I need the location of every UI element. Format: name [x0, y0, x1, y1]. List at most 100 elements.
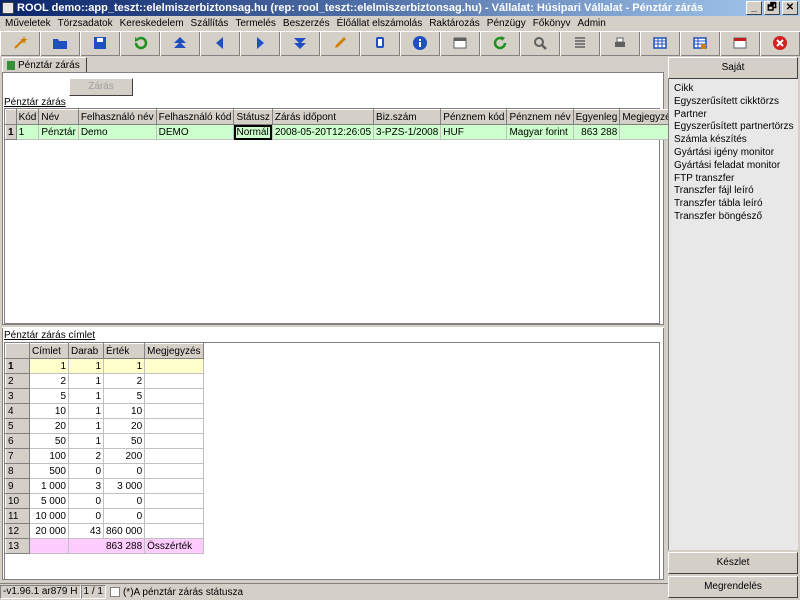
menu-raktarozas[interactable]: Raktározás: [426, 18, 484, 29]
menu-admin[interactable]: Admin: [575, 18, 610, 29]
table-row[interactable]: 1111: [5, 358, 204, 374]
search-button[interactable]: [520, 32, 560, 56]
cell-darab[interactable]: 0: [68, 463, 104, 479]
cell-zaras-idopont[interactable]: 2008-05-20T12:26:05: [271, 124, 375, 140]
cell-megjegyzes[interactable]: [144, 478, 204, 494]
menu-termeles[interactable]: Termelés: [232, 18, 280, 29]
zaras-button[interactable]: Zárás: [69, 78, 133, 96]
table-row[interactable]: 7 100 2 200: [5, 448, 204, 464]
cell-felhasznalo-kod[interactable]: DEMO: [155, 124, 235, 140]
table-edit-button[interactable]: [680, 32, 720, 56]
shortcut-item-transzfer-bongeszo[interactable]: Transzfer böngésző: [674, 210, 798, 223]
col-header-egyenleg[interactable]: Egyenleg: [572, 109, 621, 125]
col-header-penznem-kod[interactable]: Pénznem kód: [440, 109, 508, 125]
cell-cimlet[interactable]: 10 000: [29, 508, 69, 524]
sajat-header[interactable]: Saját: [668, 57, 798, 79]
cell-darab[interactable]: 43: [68, 523, 104, 539]
cell-cimlet[interactable]: 1: [29, 358, 69, 374]
previous-record-button[interactable]: [200, 32, 240, 56]
table-row[interactable]: 1 1 Pénztár Demo DEMO Normál 2008-05-20T12:26:…: [5, 124, 684, 140]
cell-megjegyzes[interactable]: [144, 523, 204, 539]
save-button[interactable]: [80, 32, 120, 56]
cell-felhasznalo-nev[interactable]: Demo: [77, 124, 157, 140]
cell-cimlet[interactable]: 5: [29, 388, 69, 404]
cell-ertek[interactable]: 5: [102, 388, 146, 404]
restore-button[interactable]: 🗗: [764, 1, 780, 15]
col-header-biz-szam[interactable]: Biz.szám: [373, 109, 442, 125]
open-folder-button[interactable]: [40, 32, 80, 56]
cell-ertek[interactable]: 1: [102, 358, 146, 374]
table-row[interactable]: 6 50 1 50: [5, 433, 204, 449]
cell-darab[interactable]: 1: [68, 373, 104, 389]
cell-darab[interactable]: 1: [68, 358, 104, 374]
minimize-button[interactable]: _: [746, 1, 762, 15]
copy-button[interactable]: [360, 32, 400, 56]
col-header-nev[interactable]: Név: [38, 109, 79, 125]
cell-ertek[interactable]: 0: [102, 463, 146, 479]
table-row[interactable]: 2212: [5, 373, 204, 389]
pane-splitter[interactable]: [2, 324, 664, 328]
megrendeles-button[interactable]: Megrendelés: [668, 576, 798, 598]
table-row[interactable]: 3515: [5, 388, 204, 404]
cell-cimlet[interactable]: 50: [29, 433, 69, 449]
menu-eloallat-elszamolas[interactable]: Élőállat elszámolás: [334, 18, 427, 29]
shortcut-item-ftp-transzfer[interactable]: FTP transzfer: [674, 172, 798, 185]
last-record-button[interactable]: [280, 32, 320, 56]
close-window-button[interactable]: ✕: [782, 1, 798, 15]
col-header-ertek[interactable]: Érték: [102, 343, 146, 359]
edit-button[interactable]: [320, 32, 360, 56]
cell-ertek[interactable]: 20: [102, 418, 146, 434]
col-header-felhasznalo-kod[interactable]: Felhasználó kód: [155, 109, 235, 125]
shortcut-item-szamla-keszites[interactable]: Számla készítés: [674, 133, 798, 146]
cell-ertek[interactable]: 3 000: [102, 478, 146, 494]
cell-cimlet[interactable]: 1 000: [29, 478, 69, 494]
menu-beszerzes[interactable]: Beszerzés: [280, 18, 334, 29]
cell-egyenleg[interactable]: 863 288: [572, 124, 621, 140]
table-row[interactable]: 91 000 3 3 000: [5, 478, 204, 494]
list-button[interactable]: [560, 32, 600, 56]
table-row[interactable]: 10 5 000 0 0: [5, 493, 204, 509]
cell-megjegyzes[interactable]: [144, 508, 204, 524]
form-button[interactable]: [440, 32, 480, 56]
menu-penzugy[interactable]: Pénzügy: [484, 18, 530, 29]
keszlet-button[interactable]: Készlet: [668, 552, 798, 574]
cell-ertek[interactable]: 200: [102, 448, 146, 464]
shortcut-item-egyszerusitett-partnertorzs[interactable]: Egyszerűsített partnertörzs: [674, 120, 798, 133]
menu-kereskedelem[interactable]: Kereskedelem: [117, 18, 188, 29]
cell-megjegyzes[interactable]: [144, 493, 204, 509]
wand-button[interactable]: [0, 32, 40, 56]
cell-darab[interactable]: 1: [68, 388, 104, 404]
col-header-darab[interactable]: Darab: [68, 343, 104, 359]
cell-cimlet[interactable]: 10: [29, 403, 69, 419]
col-header-penznem-nev[interactable]: Pénznem név: [506, 109, 574, 125]
col-header-megjegyzes[interactable]: Megjegyzés: [144, 343, 204, 359]
cell-megjegyzes[interactable]: [144, 463, 204, 479]
cell-megjegyzes[interactable]: [144, 373, 204, 389]
cell-ertek[interactable]: 10: [102, 403, 146, 419]
window-button[interactable]: [720, 32, 760, 56]
cell-ertek[interactable]: 2: [102, 373, 146, 389]
shortcut-item-partner[interactable]: Partner: [674, 108, 798, 121]
cell-megjegyzes[interactable]: [144, 448, 204, 464]
cell-megjegyzes[interactable]: [144, 388, 204, 404]
table-row[interactable]: 8 500 0 0: [5, 463, 204, 479]
cell-darab[interactable]: 2: [68, 448, 104, 464]
cell-penznem-kod[interactable]: HUF: [440, 124, 508, 140]
print-button[interactable]: [600, 32, 640, 56]
shortcut-item-egyszerusitett-cikktorzs[interactable]: Egyszerűsített cikktörzs: [674, 95, 798, 108]
col-header-felhasznalo-nev[interactable]: Felhasználó név: [77, 109, 157, 125]
cell-statusz[interactable]: Normál: [233, 124, 273, 140]
tab-penztar-zaras[interactable]: Pénztár zárás: [2, 57, 87, 73]
table-row[interactable]: 5 20 1 20: [5, 418, 204, 434]
cell-darab[interactable]: 3: [68, 478, 104, 494]
menu-fokonyv[interactable]: Főkönyv: [530, 18, 575, 29]
cell-megjegyzes[interactable]: [144, 358, 204, 374]
shortcut-item-cikk[interactable]: Cikk: [674, 82, 798, 95]
top-grid[interactable]: Kód Név Felhasználó név Felhasználó kód Stát…: [4, 108, 684, 324]
cell-darab[interactable]: 1: [68, 403, 104, 419]
cell-ertek[interactable]: 860 000: [102, 523, 146, 539]
shortcut-item-gyartasi-igeny-monitor[interactable]: Gyártási igény monitor: [674, 146, 798, 159]
info-button[interactable]: [400, 32, 440, 56]
close-button[interactable]: [760, 32, 800, 56]
bottom-grid[interactable]: Címlet Darab Érték Megjegyzés 1111221235154…: [4, 342, 660, 580]
